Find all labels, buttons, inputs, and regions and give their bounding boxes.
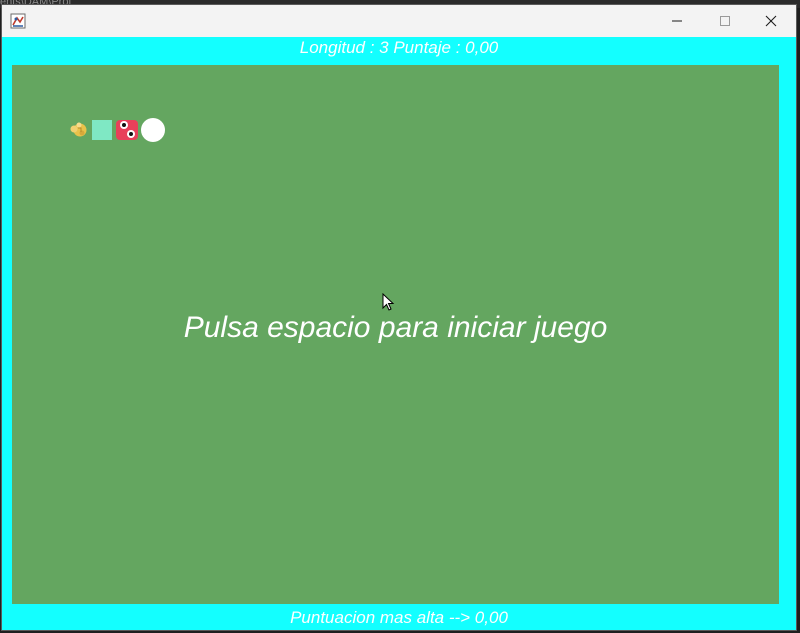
game-client-area: Longitud : 3 Puntaje : 0,00 Pulsa espaci… — [2, 37, 796, 630]
snake-tail-segment — [141, 118, 165, 142]
snake-body-segment — [92, 120, 112, 140]
mouse-cursor-icon — [382, 293, 395, 311]
maximize-icon — [720, 16, 730, 26]
game-window: Longitud : 3 Puntaje : 0,00 Pulsa espaci… — [1, 4, 797, 631]
minimize-button[interactable] — [654, 5, 700, 37]
high-score-label: Puntuacion mas alta --> 0,00 — [290, 608, 508, 627]
food-icon — [70, 122, 87, 137]
java-app-icon[interactable] — [10, 13, 26, 29]
close-button[interactable] — [748, 5, 794, 37]
maximize-button[interactable] — [702, 5, 748, 37]
score-status-label: Longitud : 3 Puntaje : 0,00 — [299, 38, 499, 57]
minimize-icon — [672, 20, 682, 22]
snake-head-icon — [116, 120, 138, 140]
game-board[interactable]: Pulsa espacio para iniciar juego — [12, 65, 779, 604]
title-bar[interactable] — [2, 5, 796, 37]
snake — [70, 118, 165, 142]
start-game-message: Pulsa espacio para iniciar juego — [183, 311, 608, 344]
close-icon — [765, 15, 777, 27]
